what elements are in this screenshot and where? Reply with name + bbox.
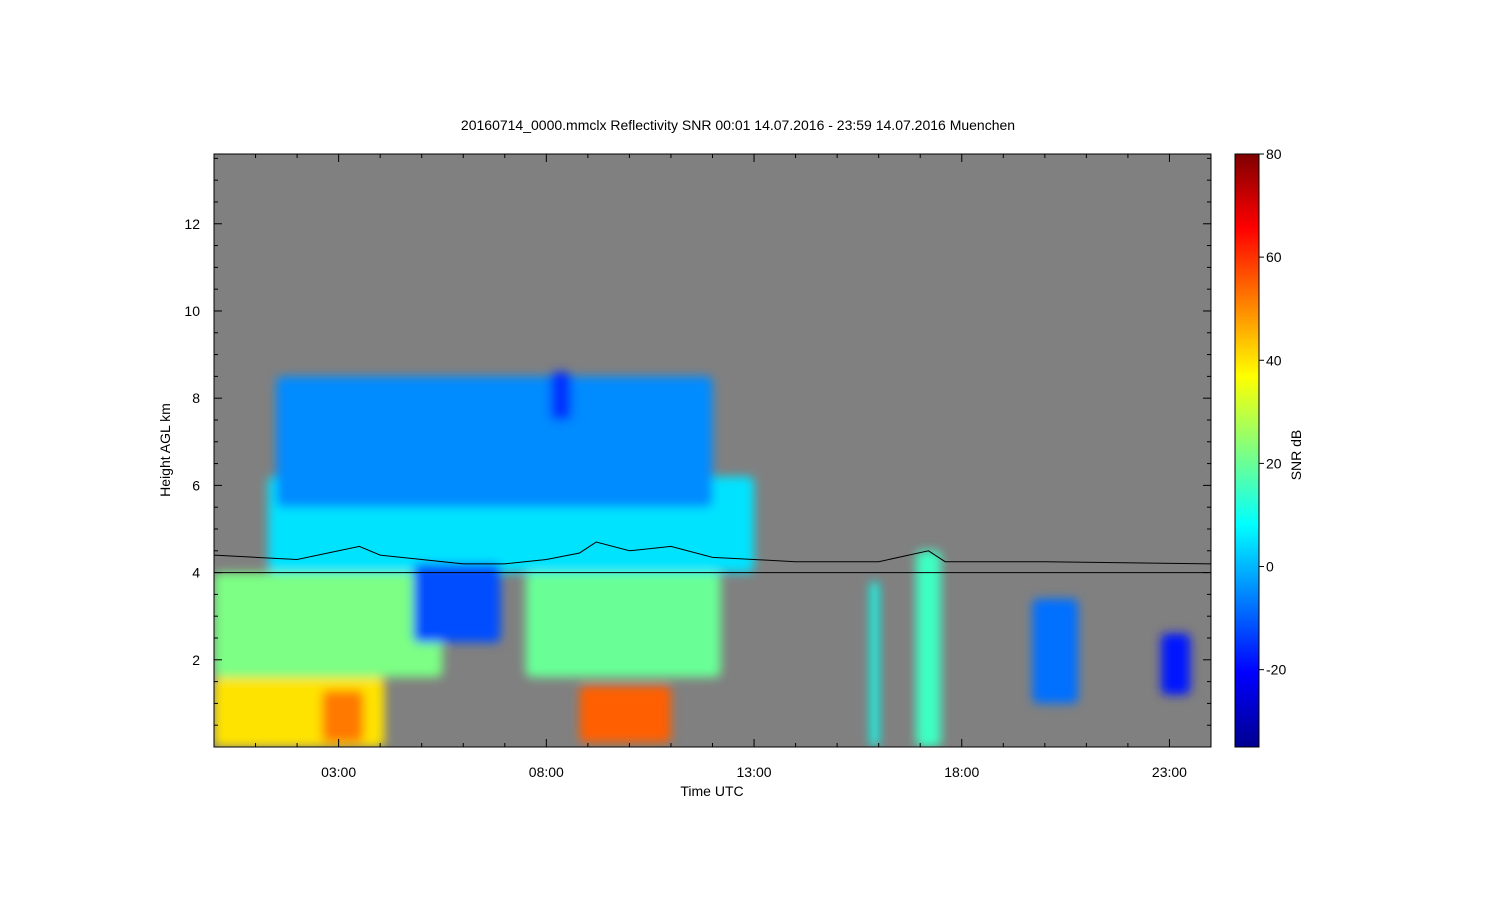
echo-region-3 <box>214 572 443 678</box>
colorbar-tick-label: -20 <box>1266 662 1286 678</box>
y-tick-label: 2 <box>192 652 200 668</box>
colorbar <box>1234 153 1260 748</box>
colorbar-tick-label: 60 <box>1266 249 1282 265</box>
x-tick-label: 13:00 <box>737 764 772 780</box>
echo-region-6 <box>276 376 713 508</box>
echo-region-12 <box>1161 633 1191 695</box>
x-tick-label: 03:00 <box>321 764 356 780</box>
y-tick-label: 6 <box>192 477 200 493</box>
echo-region-10 <box>916 550 941 747</box>
colorbar-label: SNR dB <box>1288 430 1304 481</box>
x-tick-label: 23:00 <box>1152 764 1187 780</box>
y-tick-label: 10 <box>184 303 200 319</box>
colorbar-tick-label: 0 <box>1266 559 1274 575</box>
y-tick-label: 12 <box>184 216 200 232</box>
echo-region-11 <box>1032 598 1079 704</box>
echo-region-7 <box>550 372 572 420</box>
y-tick-label: 4 <box>192 565 200 581</box>
y-tick-label: 8 <box>192 390 200 406</box>
echo-region-9 <box>870 581 879 747</box>
x-axis-label: Time UTC <box>680 783 743 799</box>
colorbar-axis: 80 60 40 20 0 -20 <box>1259 146 1286 678</box>
x-tick-label: 08:00 <box>529 764 564 780</box>
colorbar-tick-label: 40 <box>1266 352 1282 368</box>
echo-region-8 <box>413 563 501 643</box>
colorbar-tick-label: 20 <box>1266 455 1282 471</box>
echo-region-2 <box>579 685 671 743</box>
radar-snr-chart: 20160714_0000.mmclx Reflectivity SNR 00:… <box>157 117 1304 799</box>
echo-region-4 <box>525 572 721 678</box>
echo-region-1 <box>322 690 364 743</box>
x-tick-label: 18:00 <box>944 764 979 780</box>
y-axis-label: Height AGL km <box>157 403 173 497</box>
colorbar-tick-label: 80 <box>1266 146 1282 162</box>
chart-title: 20160714_0000.mmclx Reflectivity SNR 00:… <box>461 117 1015 133</box>
